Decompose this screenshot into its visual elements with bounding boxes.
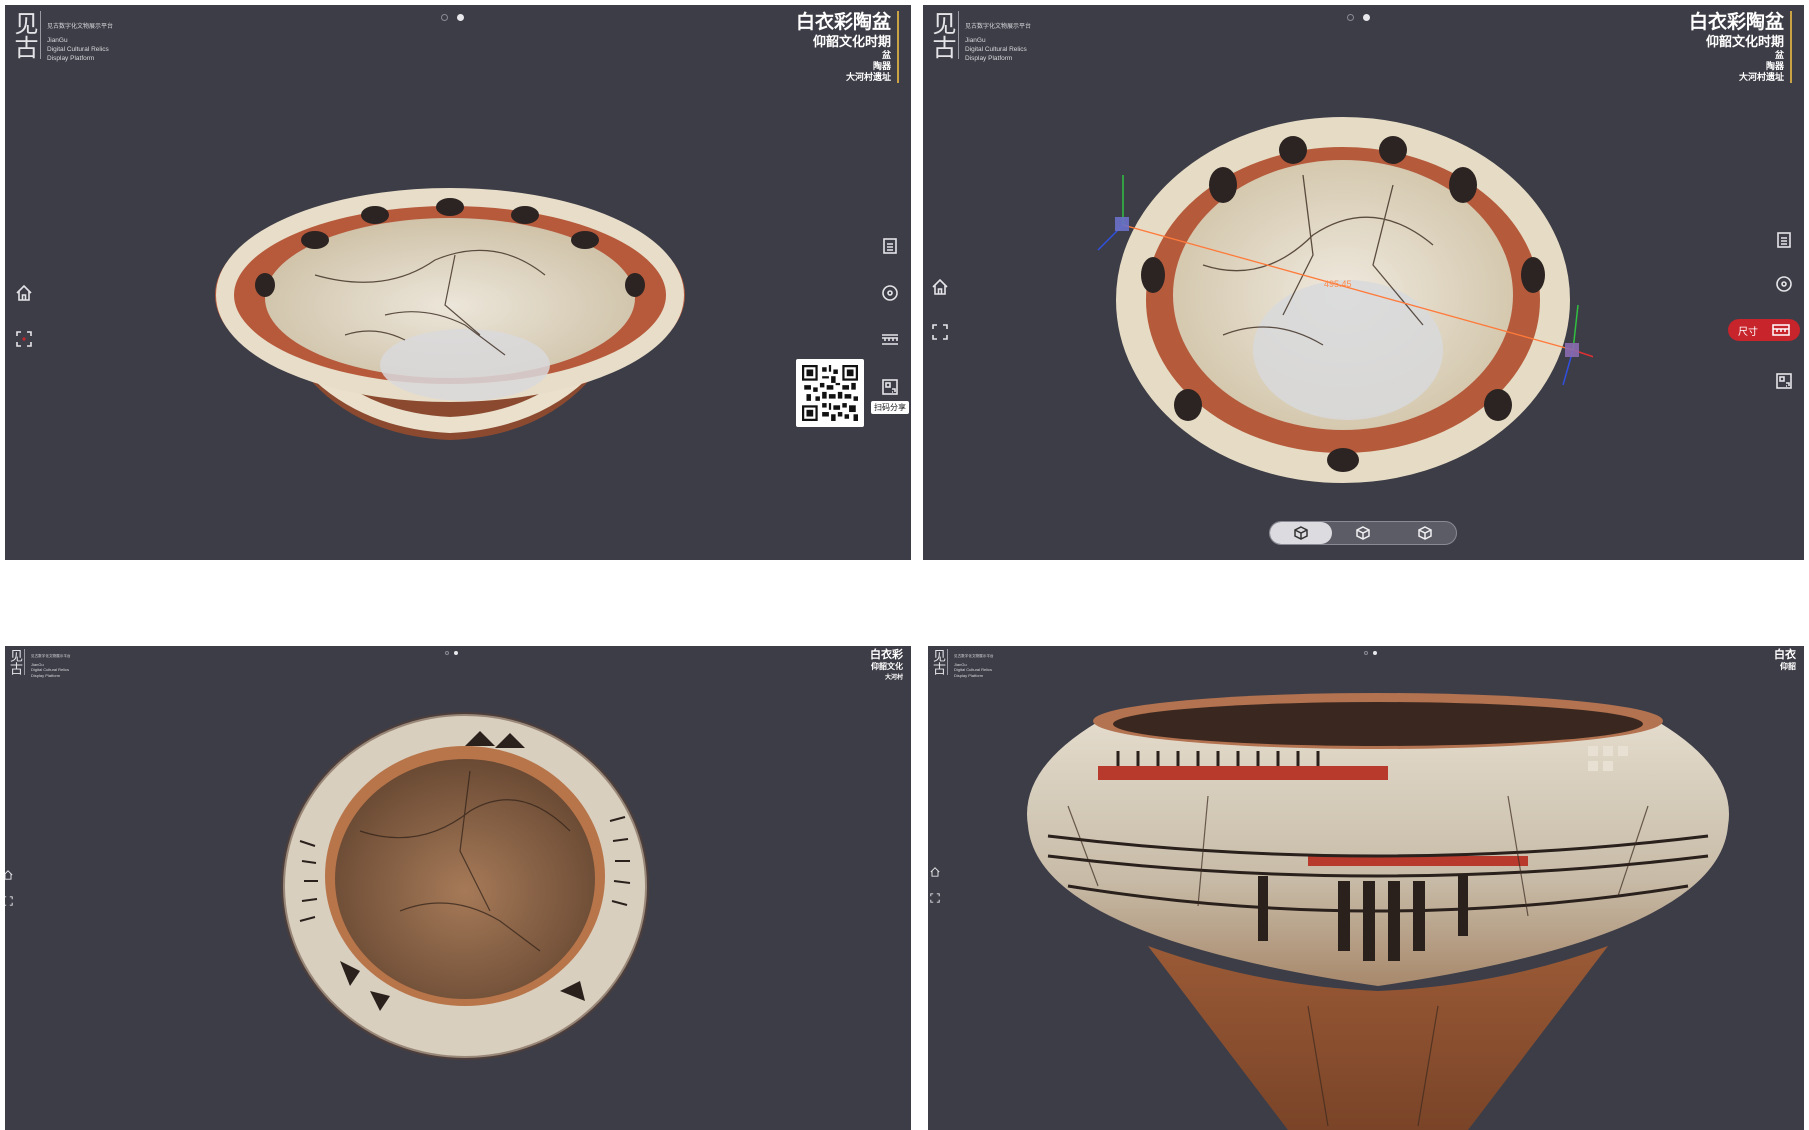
fullscreen-icon[interactable] [929, 321, 951, 343]
view-side-button[interactable] [1332, 522, 1394, 544]
view-top-button[interactable] [1394, 522, 1456, 544]
qr-code-icon[interactable] [1773, 370, 1795, 392]
page-dot[interactable] [1364, 651, 1368, 655]
artifact-type: 盆 [881, 50, 891, 60]
brand-tagline: 见古数字化文物展示平台 [47, 24, 114, 30]
home-icon[interactable] [5, 868, 15, 882]
cube-side-icon [1356, 526, 1370, 540]
home-icon[interactable] [928, 865, 942, 879]
qr-code-popup[interactable] [796, 359, 864, 427]
brand-name-2: Digital Cultural Relics [47, 46, 109, 53]
view-front-button[interactable] [1270, 522, 1332, 544]
fullscreen-icon[interactable] [928, 891, 942, 905]
home-icon[interactable] [13, 282, 35, 304]
cube-front-icon [1294, 526, 1308, 540]
artifact-material: 陶器 [872, 61, 891, 71]
measure-value: 495.45 [1324, 279, 1352, 289]
brand-name-3: Display Platform [965, 55, 1013, 62]
artifact-bowl-model-measured[interactable] [1093, 115, 1593, 495]
page-dot-active[interactable] [1373, 651, 1377, 655]
page-dot[interactable] [445, 651, 449, 655]
document-icon[interactable] [879, 235, 901, 257]
measure-label: 尺寸 [1738, 326, 1758, 338]
artifact-bowl-model[interactable] [205, 165, 695, 445]
target-icon[interactable] [1773, 273, 1795, 295]
artifact-title-block: 白衣彩 仰韶文化 大河村 [870, 649, 909, 684]
viewer-panel-4: 见古 见古数字化文物展示平台 JianGu Digital Cultural R… [928, 646, 1804, 1130]
artifact-culture: 仰韶文化时期 [1705, 34, 1784, 49]
artifact-culture: 仰韶 [1780, 662, 1796, 671]
page-indicator [1364, 651, 1377, 655]
view-switcher [1269, 521, 1457, 545]
brand-logo: 见古 见古数字化文物展示平台 JianGu Digital Cultural R… [10, 11, 114, 63]
page-dot[interactable] [1347, 14, 1354, 21]
document-icon[interactable] [1773, 229, 1795, 251]
artifact-culture: 仰韶文化时期 [812, 34, 891, 49]
artifact-culture: 仰韶文化 [871, 662, 903, 671]
cube-top-icon [1418, 526, 1432, 540]
home-icon[interactable] [929, 276, 951, 298]
page-dot-active[interactable] [454, 651, 458, 655]
page-indicator [1347, 14, 1370, 21]
brand-glyph: 见古 [930, 649, 948, 675]
brand-logo: 见古 见古数字化文物展示平台 JianGu Digital Cultural R… [928, 11, 1032, 63]
qr-code-image [802, 365, 858, 421]
viewer-panel-3: 见古 见古数字化文物展示平台 JianGu Digital Cultural R… [5, 646, 911, 1130]
brand-name-3: Display Platform [31, 672, 61, 678]
brand-tagline: 见古数字化文物展示平台 [954, 654, 994, 658]
artifact-title-block: 白衣彩陶盆 仰韶文化时期 盆 陶器 大河村遗址 [796, 11, 899, 83]
brand-name-1: JianGu [965, 37, 986, 44]
artifact-title-block: 白衣 仰韶 [1774, 649, 1802, 672]
brand-name-3: Display Platform [47, 55, 95, 62]
page-dot-active[interactable] [457, 14, 464, 21]
fullscreen-icon[interactable] [5, 894, 15, 908]
artifact-site: 大河村遗址 [1738, 72, 1784, 82]
artifact-site: 大河村 [884, 675, 903, 681]
brand-tagline: 见古数字化文物展示平台 [965, 24, 1032, 30]
page-dot[interactable] [441, 14, 448, 21]
brand-logo: 见古 见古数字化文物展示平台 JianGu Digital Cultural R… [930, 649, 994, 678]
brand-name-2: Digital Cultural Relics [965, 46, 1027, 53]
artifact-title: 白衣 [1774, 649, 1796, 661]
ruler-icon[interactable] [879, 328, 901, 350]
artifact-title-block: 白衣彩陶盆 仰韶文化时期 盆 陶器 大河村遗址 [1689, 11, 1792, 83]
artifact-type: 盆 [1774, 50, 1784, 60]
page-dot-active[interactable] [1363, 14, 1370, 21]
brand-glyph: 见古 [10, 11, 41, 59]
viewer-panel-2: 见古 见古数字化文物展示平台 JianGu Digital Cultural R… [923, 5, 1804, 560]
page-indicator [445, 651, 458, 655]
artifact-site: 大河村遗址 [845, 72, 891, 82]
brand-glyph: 见古 [928, 11, 959, 59]
page-indicator [441, 14, 464, 21]
brand-name-1: JianGu [47, 37, 68, 44]
brand-glyph: 见古 [7, 649, 25, 675]
qr-tooltip: 扫码分享 [871, 401, 909, 414]
fullscreen-icon[interactable] [13, 328, 35, 350]
artifact-jar-top-view[interactable] [280, 711, 650, 1061]
brand-logo: 见古 见古数字化文物展示平台 JianGu Digital Cultural R… [7, 649, 71, 678]
brand-tagline: 见古数字化文物展示平台 [31, 654, 71, 658]
target-icon[interactable] [879, 282, 901, 304]
artifact-material: 陶器 [1765, 61, 1784, 71]
qr-code-icon[interactable] [879, 376, 901, 398]
artifact-title: 白衣彩陶盆 [1688, 12, 1784, 33]
artifact-title: 白衣彩陶盆 [795, 12, 891, 33]
measure-active-button[interactable]: 尺寸 [1728, 319, 1800, 341]
ruler-icon [1772, 324, 1790, 336]
artifact-jar-side-view[interactable] [1008, 686, 1748, 1130]
artifact-title: 白衣彩 [870, 649, 903, 661]
brand-name-3: Display Platform [954, 672, 984, 678]
viewer-panel-1: 见古 见古数字化文物展示平台 JianGu Digital Cultural R… [5, 5, 911, 560]
